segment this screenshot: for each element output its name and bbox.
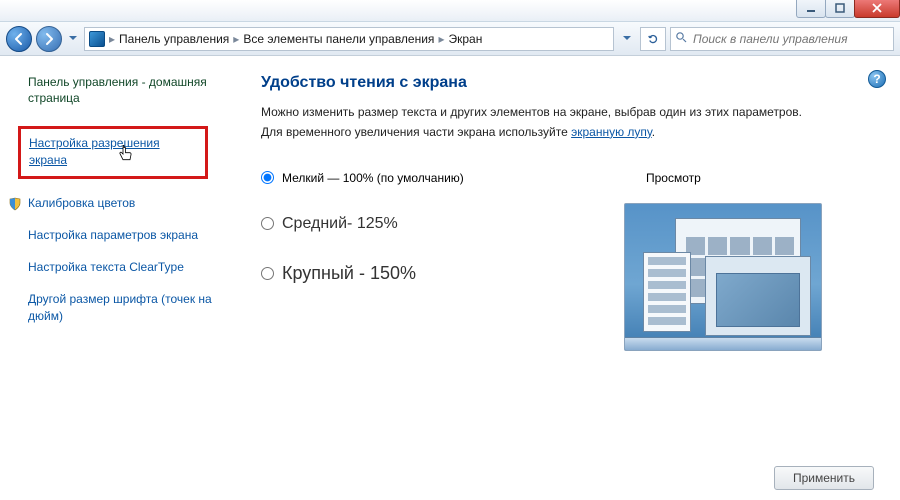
- sidebar-item-resolution[interactable]: Настройка разрешения экрана: [29, 135, 197, 167]
- radio-medium[interactable]: [261, 217, 274, 230]
- control-panel-window: ▸ Панель управления ▸ Все элементы панел…: [0, 0, 900, 500]
- search-input[interactable]: [691, 31, 889, 47]
- scale-options: Мелкий — 100% (по умолчанию) Средний- 12…: [261, 171, 624, 351]
- preview-image: [624, 203, 822, 351]
- back-button[interactable]: [6, 26, 32, 52]
- minimize-button[interactable]: [796, 0, 826, 18]
- refresh-button[interactable]: [640, 27, 666, 51]
- close-button[interactable]: [854, 0, 900, 18]
- page-title: Удобство чтения с экрана: [261, 74, 874, 92]
- address-dropdown[interactable]: [618, 26, 636, 52]
- nav-history-dropdown[interactable]: [66, 26, 80, 52]
- content-area: Панель управления - домашняя страница На…: [0, 56, 900, 500]
- window-titlebar: [0, 0, 900, 22]
- sidebar-item-label: Калибровка цветов: [28, 196, 135, 210]
- sidebar-item-cleartype[interactable]: Настройка текста ClearType: [28, 259, 217, 275]
- breadcrumb-separator-icon: ▸: [109, 32, 115, 46]
- breadcrumb-separator-icon: ▸: [438, 32, 444, 46]
- forward-button[interactable]: [36, 26, 62, 52]
- search-icon: [675, 31, 687, 46]
- sidebar-item-dpi[interactable]: Другой размер шрифта (точек на дюйм): [28, 291, 217, 323]
- breadcrumb-separator-icon: ▸: [233, 32, 239, 46]
- breadcrumb-item[interactable]: Панель управления: [119, 32, 229, 46]
- apply-button[interactable]: Применить: [774, 466, 874, 490]
- main-panel: ? Удобство чтения с экрана Можно изменит…: [235, 56, 900, 500]
- page-description-2: Для временного увеличения части экрана и…: [261, 124, 874, 141]
- breadcrumb-item[interactable]: Экран: [448, 32, 482, 46]
- radio-small-label[interactable]: Мелкий — 100% (по умолчанию): [282, 171, 464, 185]
- breadcrumb-item[interactable]: Все элементы панели управления: [243, 32, 434, 46]
- radio-small[interactable]: [261, 171, 274, 184]
- sidebar-home-link[interactable]: Панель управления - домашняя страница: [28, 74, 217, 106]
- footer: Применить: [235, 466, 900, 490]
- control-panel-icon: [89, 31, 105, 47]
- magnifier-link[interactable]: экранную лупу: [571, 125, 652, 139]
- page-description-1: Можно изменить размер текста и других эл…: [261, 104, 874, 121]
- preview-label: Просмотр: [646, 171, 874, 185]
- search-box[interactable]: [670, 27, 894, 51]
- annotation-highlight: Настройка разрешения экрана: [18, 126, 208, 178]
- radio-medium-label[interactable]: Средний- 125%: [282, 215, 398, 233]
- help-icon[interactable]: ?: [868, 70, 886, 88]
- radio-large[interactable]: [261, 267, 274, 280]
- sidebar-item-calibration[interactable]: Калибровка цветов: [28, 195, 217, 211]
- radio-large-label[interactable]: Крупный - 150%: [282, 263, 416, 284]
- maximize-button[interactable]: [825, 0, 855, 18]
- address-breadcrumb[interactable]: ▸ Панель управления ▸ Все элементы панел…: [84, 27, 614, 51]
- explorer-navbar: ▸ Панель управления ▸ Все элементы панел…: [0, 22, 900, 56]
- sidebar: Панель управления - домашняя страница На…: [0, 56, 235, 500]
- shield-icon: [8, 197, 22, 211]
- sidebar-item-params[interactable]: Настройка параметров экрана: [28, 227, 217, 243]
